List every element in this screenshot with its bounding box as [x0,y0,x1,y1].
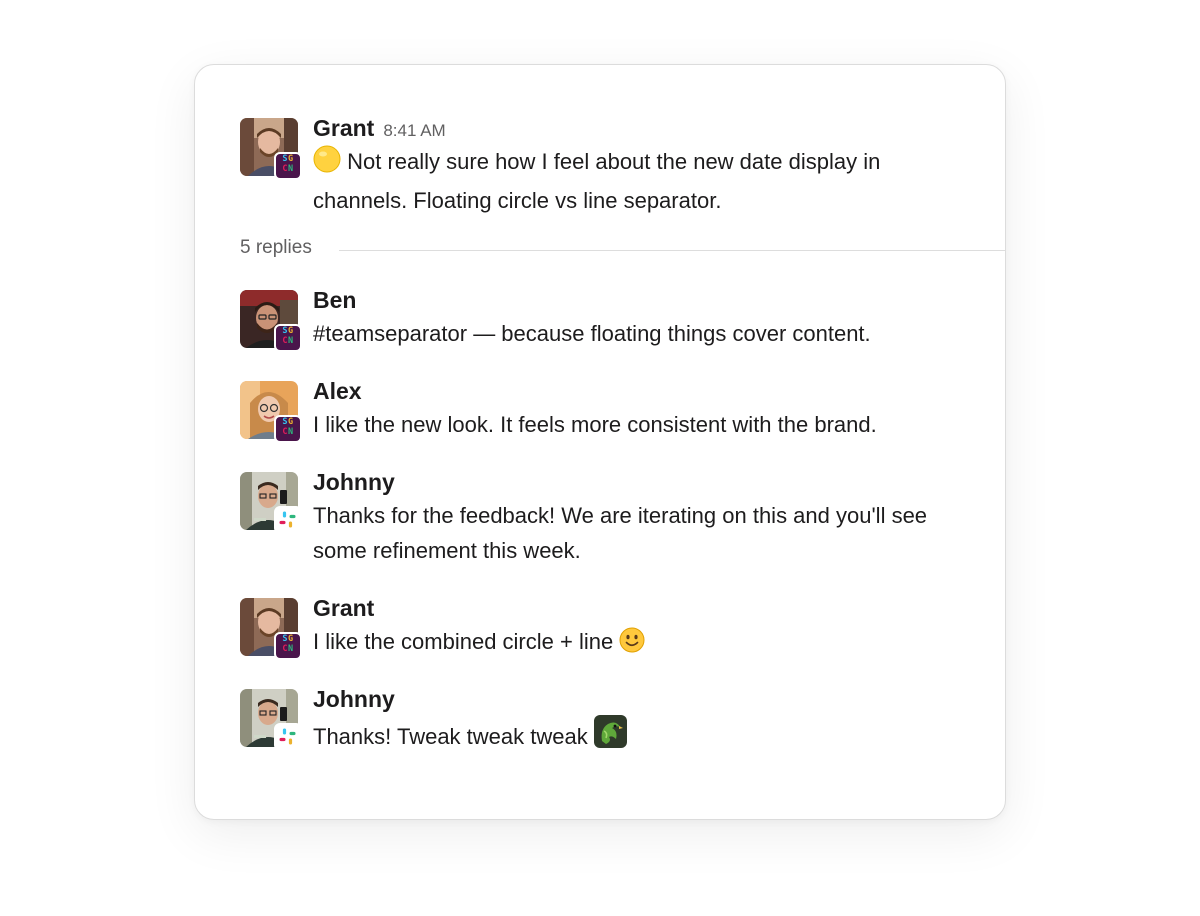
parrot-icon [593,715,627,758]
avatar-johnny[interactable] [240,472,302,534]
workspace-badge: SG CN [274,324,302,352]
workspace-badge: SG CN [274,415,302,443]
yellow-circle-icon [313,145,341,183]
avatar-grant[interactable]: SG CN [240,598,302,660]
message-text: #teamseparator — because floating things… [313,321,871,346]
message-text: Thanks! Tweak tweak tweak [313,724,588,749]
avatar-johnny[interactable] [240,689,302,751]
slack-badge [274,723,302,751]
avatar-alex[interactable]: SG CN [240,381,302,443]
slack-badge [274,506,302,534]
workspace-badge: SG CN [274,632,302,660]
timestamp[interactable]: 8:41 AM [383,121,445,140]
message-text: Not really sure how I feel about the new… [313,149,881,213]
author-name[interactable]: Grant [313,595,374,621]
message-text: Thanks for the feedback! We are iteratin… [313,503,928,563]
author-name[interactable]: Grant [313,115,374,141]
author-name[interactable]: Ben [313,287,356,313]
avatar-ben[interactable]: SG CN [240,290,302,352]
message-text: I like the combined circle + line [313,629,614,654]
slack-logo-icon [279,511,296,528]
avatar-grant[interactable]: SG CN [240,118,302,180]
slack-logo-icon [279,728,296,745]
message-text: I like the new look. It feels more consi… [313,412,877,437]
thread-divider [339,250,1005,251]
reply-count[interactable]: 5 replies [240,236,312,260]
author-name[interactable]: Johnny [313,469,395,495]
author-name[interactable]: Alex [313,378,362,404]
author-name[interactable]: Johnny [313,686,395,712]
thread-card: SG CN Grant 8:41 AM Not really sure how I … [194,64,1006,820]
workspace-badge: SG CN [274,152,302,180]
slightly-smiling-face-icon [619,627,645,663]
